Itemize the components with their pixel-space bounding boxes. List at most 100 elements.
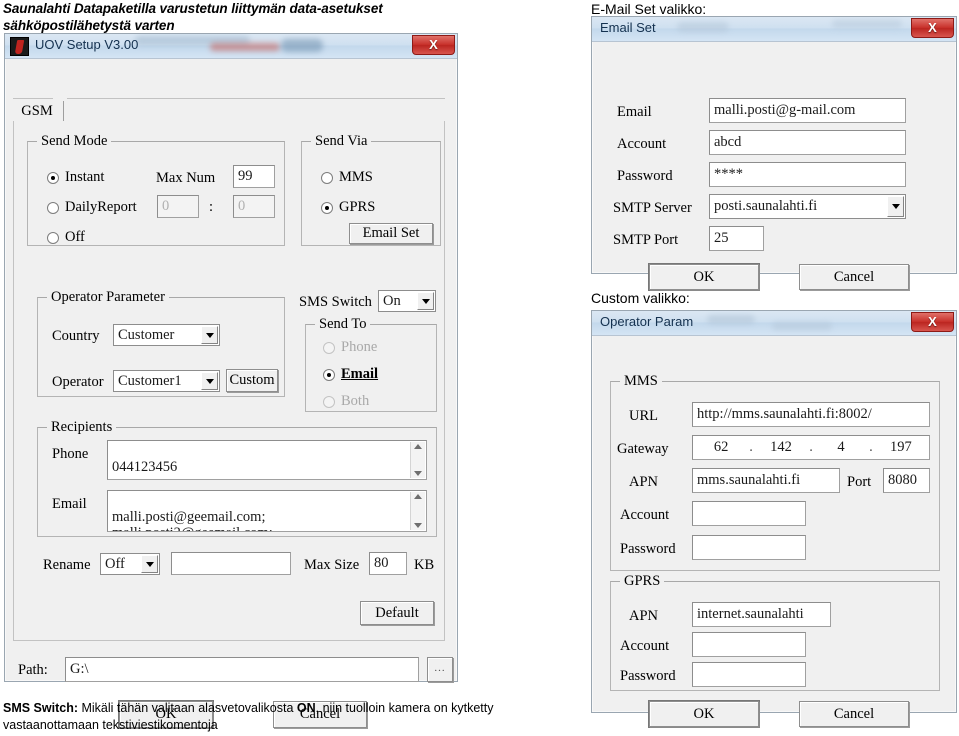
mms-url-field[interactable]: http://mms.saunalahti.fi:8002/: [692, 402, 930, 427]
caption-text-1: Mikäli tähän valitaan alasvetovalikosta: [78, 701, 297, 715]
operator-parameter-group-label: Operator Parameter: [47, 289, 169, 306]
scroll-up-icon: [414, 494, 422, 499]
titlebar-artifact: [772, 322, 832, 330]
max-size-input[interactable]: 80: [369, 552, 407, 575]
mms-account-field[interactable]: [692, 501, 806, 526]
titlebar-artifact: [210, 43, 280, 51]
browse-path-button[interactable]: ...: [427, 657, 453, 682]
operator-param-ok-button[interactable]: OK: [649, 701, 759, 727]
radio-email-label: Email: [341, 366, 379, 382]
mms-port-field[interactable]: 8080: [883, 468, 930, 493]
radio-dot-icon: [47, 231, 59, 244]
custom-section-label: Custom valikko:: [591, 290, 690, 306]
radio-dot-icon: [47, 171, 59, 184]
recipients-phone-input[interactable]: 044123456: [107, 440, 427, 480]
recipients-phone-label: Phone: [52, 446, 89, 462]
email-set-cancel-button[interactable]: Cancel: [799, 264, 909, 290]
chevron-down-icon[interactable]: [141, 555, 158, 573]
recipients-phone-value: 044123456: [112, 459, 178, 475]
email-set-button[interactable]: Email Set: [349, 223, 433, 244]
password-field[interactable]: ****: [709, 162, 906, 187]
gateway-octet-1: 62: [713, 439, 729, 456]
country-combo[interactable]: Customer: [113, 324, 220, 346]
radio-gprs-label: GPRS: [339, 199, 376, 215]
radio-send-to-phone[interactable]: Phone: [323, 339, 377, 356]
radio-send-to-email[interactable]: Email: [323, 366, 378, 383]
close-icon[interactable]: X: [911, 312, 954, 332]
country-label: Country: [52, 328, 100, 344]
recipients-email-label: Email: [52, 496, 87, 512]
radio-dot-icon: [321, 201, 333, 214]
radio-gprs[interactable]: GPRS: [321, 199, 375, 216]
mms-password-label: Password: [620, 541, 676, 557]
max-num-input[interactable]: 99: [233, 165, 275, 188]
daily-time-colon: :: [209, 199, 214, 215]
radio-dot-icon: [323, 341, 335, 354]
sms-switch-label: SMS Switch: [299, 294, 372, 310]
rename-combo-value: Off: [105, 555, 125, 572]
smtp-server-combo[interactable]: posti.saunalahti.fi: [709, 194, 906, 219]
operator-combo[interactable]: Customer1: [113, 370, 220, 392]
default-button[interactable]: Default: [360, 601, 434, 625]
mms-apn-label: APN: [629, 474, 659, 490]
sms-switch-combo[interactable]: On: [378, 290, 436, 312]
radio-mms[interactable]: MMS: [321, 169, 373, 186]
mms-account-label: Account: [620, 507, 670, 523]
email-scrollbar[interactable]: [410, 492, 425, 530]
heading-line-1: Saunalahti Datapaketilla varustetun liit…: [3, 1, 383, 16]
email-set-ok-button[interactable]: OK: [649, 264, 759, 290]
close-icon[interactable]: X: [911, 18, 954, 38]
mms-gateway-field[interactable]: 62 . 142 . 4 . 197: [692, 435, 930, 460]
account-field[interactable]: abcd: [709, 130, 906, 155]
email-set-section-label: E-Mail Set valikko:: [591, 1, 707, 17]
gprs-password-field[interactable]: [692, 662, 806, 687]
rename-text-input[interactable]: [171, 552, 291, 575]
radio-off[interactable]: Off: [47, 229, 85, 246]
gprs-password-label: Password: [620, 668, 676, 684]
titlebar-artifact: [707, 315, 755, 324]
path-input[interactable]: G:\: [65, 657, 419, 682]
gprs-apn-field[interactable]: internet.saunalahti: [692, 602, 831, 627]
tab-gsm[interactable]: GSM: [17, 100, 57, 122]
radio-instant[interactable]: Instant: [47, 169, 104, 186]
chevron-down-icon[interactable]: [417, 292, 434, 310]
titlebar-artifact: [832, 20, 902, 28]
smtp-port-field[interactable]: 25: [709, 226, 764, 251]
recipients-email-input[interactable]: malli.posti@geemail.com; malli.posti2@ge…: [107, 490, 427, 532]
chevron-down-icon[interactable]: [201, 372, 218, 390]
page-root: Saunalahti Datapaketilla varustetun liit…: [0, 0, 959, 736]
phone-scrollbar[interactable]: [410, 442, 425, 478]
mms-apn-field[interactable]: mms.saunalahti.fi: [692, 468, 840, 493]
send-via-group-label: Send Via: [311, 133, 372, 150]
radio-dot-icon: [321, 171, 333, 184]
gateway-octet-3: 4: [837, 439, 845, 456]
operator-param-cancel-button[interactable]: Cancel: [799, 701, 909, 727]
smtp-port-label: SMTP Port: [613, 232, 679, 248]
path-label: Path:: [18, 662, 48, 678]
tab-divider: [63, 101, 64, 121]
chevron-down-icon[interactable]: [887, 196, 904, 217]
radio-both-label: Both: [341, 393, 370, 409]
radio-send-to-both[interactable]: Both: [323, 393, 369, 410]
rename-combo[interactable]: Off: [100, 553, 160, 575]
radio-dot-icon: [323, 395, 335, 408]
chevron-down-icon[interactable]: [201, 326, 218, 344]
password-field-label: Password: [617, 168, 673, 184]
daily-hour-input[interactable]: 0: [157, 195, 199, 218]
mms-password-field[interactable]: [692, 535, 806, 560]
uov-setup-titlebar[interactable]: UOV Setup V3.00 X: [5, 34, 457, 59]
operator-param-titlebar[interactable]: Operator Param X: [592, 311, 956, 336]
gprs-apn-label: APN: [629, 608, 659, 624]
email-set-titlebar[interactable]: Email Set X: [592, 17, 956, 42]
daily-minute-input[interactable]: 0: [233, 195, 275, 218]
close-icon[interactable]: X: [412, 35, 455, 55]
tab-top-line: [13, 98, 53, 99]
recipients-group-label: Recipients: [47, 419, 117, 436]
mms-group-label: MMS: [620, 373, 662, 390]
gprs-account-field[interactable]: [692, 632, 806, 657]
custom-button[interactable]: Custom: [226, 369, 278, 392]
email-field[interactable]: malli.posti@g-mail.com: [709, 98, 906, 123]
radio-dot-icon: [47, 201, 59, 214]
radio-dailyreport[interactable]: DailyReport: [47, 199, 137, 216]
caption-text-2: , niin tuolloin kamera on kytketty: [315, 701, 494, 715]
